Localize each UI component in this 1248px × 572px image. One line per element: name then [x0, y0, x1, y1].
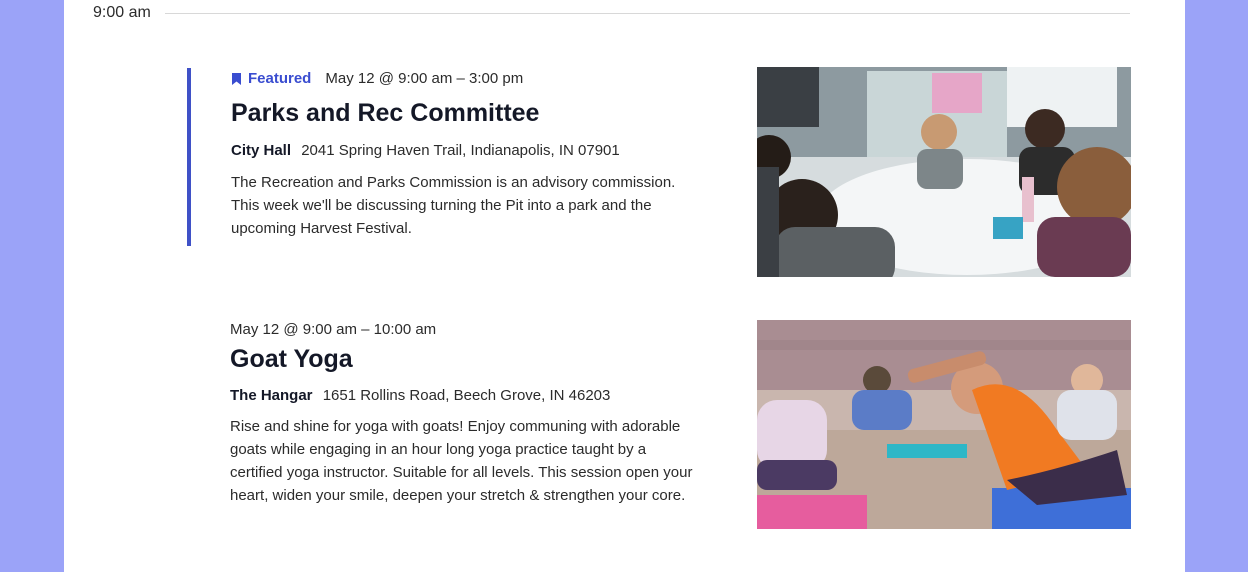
venue-address: 2041 Spring Haven Trail, Indianapolis, I… [301, 142, 620, 159]
meeting-photo[interactable] [757, 67, 1131, 277]
event-title[interactable]: Goat Yoga [230, 345, 700, 374]
featured-indicator-bar [187, 68, 191, 246]
event-card: Featured May 12 @ 9:00 am – 3:00 pm Park… [231, 70, 701, 240]
venue-name[interactable]: City Hall [231, 142, 291, 159]
event-meta: May 12 @ 9:00 am – 10:00 am [230, 321, 700, 338]
events-panel: 9:00 am Featured May 12 @ 9:00 am – 3:00… [64, 0, 1185, 572]
event-description: The Recreation and Parks Commission is a… [231, 174, 676, 237]
event-title[interactable]: Parks and Rec Committee [231, 99, 701, 128]
time-label: 9:00 am [93, 4, 151, 21]
featured-label: Featured [248, 70, 312, 87]
event-card: May 12 @ 9:00 am – 10:00 am Goat Yoga Th… [230, 321, 700, 507]
event-venue: The Hangar 1651 Rollins Road, Beech Grov… [230, 387, 700, 404]
featured-badge: Featured [231, 70, 311, 87]
divider-line [164, 12, 1130, 14]
venue-address: 1651 Rollins Road, Beech Grove, IN 46203 [322, 387, 611, 404]
event-datetime: May 12 @ 9:00 am – 10:00 am [230, 321, 437, 338]
event-venue: City Hall 2041 Spring Haven Trail, India… [231, 142, 701, 159]
time-separator: 9:00 am [93, 4, 1130, 22]
venue-name[interactable]: The Hangar [230, 387, 313, 404]
event-meta: Featured May 12 @ 9:00 am – 3:00 pm [231, 70, 701, 87]
event-datetime: May 12 @ 9:00 am – 3:00 pm [325, 70, 524, 87]
yoga-photo[interactable] [757, 320, 1131, 529]
event-description: Rise and shine for yoga with goats! Enjo… [230, 418, 693, 504]
bookmark-icon [232, 72, 241, 85]
